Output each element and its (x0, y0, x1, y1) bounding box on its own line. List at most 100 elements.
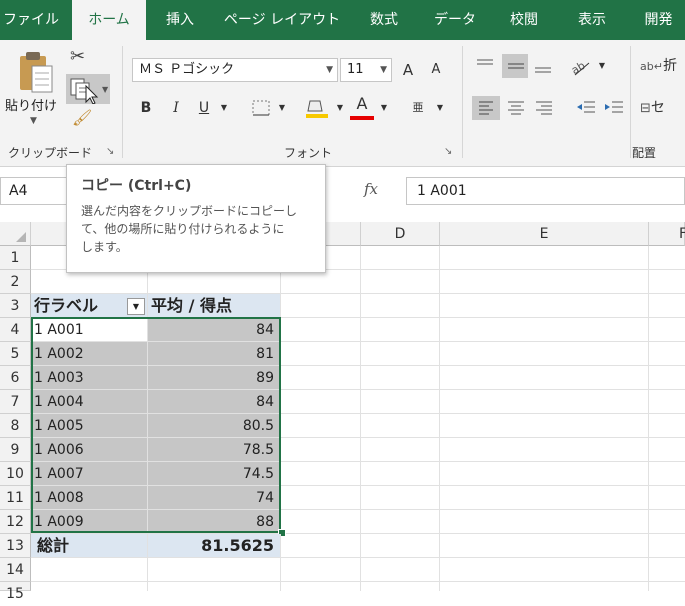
borders-icon[interactable] (248, 96, 274, 120)
align-center-icon[interactable] (504, 96, 528, 120)
tab-page-layout[interactable]: ページ レイアウト (220, 0, 344, 40)
pivot-item-value[interactable]: 81 (148, 342, 281, 366)
tab-review[interactable]: 校閲 (496, 0, 552, 40)
increase-indent-icon[interactable] (602, 96, 626, 120)
underline-button[interactable]: U (194, 96, 214, 120)
pivot-total-label[interactable]: 総計 (31, 534, 148, 558)
align-right-icon[interactable] (532, 96, 556, 120)
grid-line (439, 246, 440, 591)
tab-formulas[interactable]: 数式 (356, 0, 412, 40)
column-header-d[interactable]: D (361, 222, 440, 246)
formula-input[interactable]: 1 A001 (406, 177, 685, 205)
chevron-down-icon[interactable]: ▼ (218, 96, 230, 120)
copy-button[interactable]: ▼ (66, 74, 110, 105)
row-header[interactable]: 8 (0, 414, 31, 438)
font-color-button[interactable]: A (350, 92, 374, 120)
shrink-font-button[interactable]: A (426, 58, 446, 82)
phonetic-guide-button[interactable]: 亜 (408, 96, 428, 120)
clipboard-launcher-icon[interactable]: ↘ (106, 146, 114, 157)
tooltip-line: て、他の場所に貼り付けられるように (81, 222, 285, 236)
chevron-down-icon[interactable]: ▼ (596, 54, 608, 78)
row-header[interactable]: 4 (0, 318, 31, 342)
orientation-icon[interactable]: ab (568, 54, 592, 78)
pivot-item-label[interactable]: 1 A006 (31, 438, 148, 462)
pivot-item-label[interactable]: 1 A004 (31, 390, 148, 414)
pivot-item-value[interactable]: 89 (148, 366, 281, 390)
pivot-item-value[interactable]: 84 (148, 390, 281, 414)
tooltip-line: します。 (81, 240, 128, 254)
pivot-item-value[interactable]: 74 (148, 486, 281, 510)
fill-color-icon[interactable] (302, 96, 332, 120)
row-header[interactable]: 12 (0, 510, 31, 534)
tab-insert[interactable]: 挿入 (152, 0, 208, 40)
chevron-down-icon[interactable]: ▼ (378, 96, 390, 120)
pivot-item-label[interactable]: 1 A005 (31, 414, 148, 438)
scissors-icon[interactable]: ✂ (70, 46, 85, 67)
row-header[interactable]: 14 (0, 558, 31, 582)
italic-button[interactable]: I (166, 96, 186, 120)
chevron-down-icon[interactable]: ▼ (334, 96, 346, 120)
svg-text:▼: ▼ (102, 85, 109, 94)
tab-view[interactable]: 表示 (562, 0, 622, 40)
pivot-item-label[interactable]: 1 A008 (31, 486, 148, 510)
chevron-down-icon[interactable]: ▼ (276, 96, 288, 120)
chevron-down-icon[interactable]: ▼ (434, 96, 446, 120)
align-bottom-icon[interactable] (532, 54, 554, 78)
row-header[interactable]: 6 (0, 366, 31, 390)
pivot-item-label[interactable]: 1 A007 (31, 462, 148, 486)
align-middle-icon[interactable] (502, 54, 528, 78)
pivot-row-label-header[interactable]: 行ラベル ▼ (31, 294, 148, 318)
pivot-item-value[interactable]: 74.5 (148, 462, 281, 486)
pivot-item-label[interactable]: 1 A002 (31, 342, 148, 366)
paste-dropdown-icon[interactable]: ▼ (30, 116, 37, 126)
tooltip-line: 選んだ内容をクリップボードにコピーし (81, 204, 298, 218)
ribbon-tab-bar: ファイル ホーム 挿入 ページ レイアウト 数式 データ 校閲 表示 開発 (0, 0, 685, 40)
row-header[interactable]: 15 (0, 582, 31, 602)
clipboard-group-label: クリップボード (8, 146, 93, 160)
bold-button[interactable]: B (136, 96, 156, 120)
group-divider (462, 46, 463, 158)
row-header[interactable]: 9 (0, 438, 31, 462)
pivot-item-value[interactable]: 80.5 (148, 414, 281, 438)
column-header-e[interactable]: E (440, 222, 649, 246)
row-header[interactable]: 2 (0, 270, 31, 294)
tab-file[interactable]: ファイル (0, 0, 62, 40)
tooltip-title: コピー (Ctrl+C) (81, 178, 192, 194)
row-header[interactable]: 5 (0, 342, 31, 366)
pivot-item-value[interactable]: 78.5 (148, 438, 281, 462)
paste-button[interactable] (14, 50, 56, 96)
font-name-combo[interactable]: ＭＳ Ｐゴシック ▼ (132, 58, 338, 82)
pivot-total-value[interactable]: 81.5625 (148, 534, 281, 558)
wrap-text-button[interactable]: ab↵折 (640, 54, 685, 78)
pivot-item-value[interactable]: 88 (148, 510, 281, 534)
row-header[interactable]: 10 (0, 462, 31, 486)
align-left-icon[interactable] (472, 96, 500, 120)
column-header-f[interactable]: F (649, 222, 685, 246)
group-divider (630, 46, 631, 158)
font-launcher-icon[interactable]: ↘ (444, 146, 452, 157)
insert-function-icon[interactable]: fx (364, 180, 378, 198)
row-header[interactable]: 13 (0, 534, 31, 558)
chevron-down-icon: ▼ (326, 65, 333, 75)
decrease-indent-icon[interactable] (574, 96, 598, 120)
row-header[interactable]: 7 (0, 390, 31, 414)
merge-cells-icon: ⊟ (640, 101, 651, 116)
tab-data[interactable]: データ (424, 0, 486, 40)
pivot-item-label[interactable]: 1 A009 (31, 510, 148, 534)
grow-font-button[interactable]: A (398, 58, 418, 82)
pivot-item-value[interactable]: 84 (148, 318, 281, 342)
tab-home[interactable]: ホーム (72, 0, 146, 40)
pivot-item-label[interactable]: 1 A001 (31, 318, 148, 342)
pivot-item-label[interactable]: 1 A003 (31, 366, 148, 390)
font-size-combo[interactable]: 11 ▼ (340, 58, 392, 82)
align-top-icon[interactable] (474, 54, 496, 78)
pivot-value-header[interactable]: 平均 / 得点 (148, 294, 281, 318)
select-all-corner[interactable] (0, 222, 31, 246)
tab-developer[interactable]: 開発 (632, 0, 685, 40)
row-header[interactable]: 1 (0, 246, 31, 270)
row-header[interactable]: 11 (0, 486, 31, 510)
merge-center-button[interactable]: ⊟セ (640, 96, 685, 120)
filter-dropdown-icon[interactable]: ▼ (127, 298, 145, 315)
row-header[interactable]: 3 (0, 294, 31, 318)
format-painter-icon[interactable]: 🖌 (72, 108, 92, 127)
